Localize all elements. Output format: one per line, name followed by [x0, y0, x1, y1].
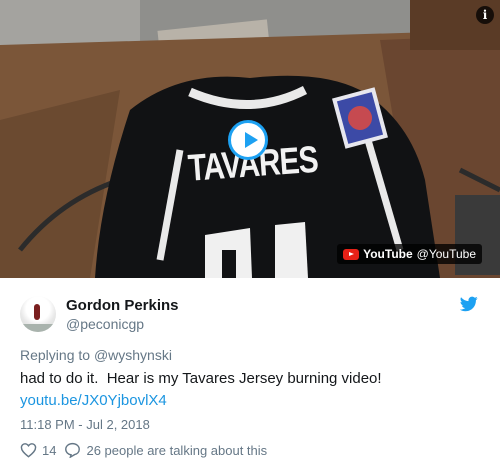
tweet-card: Gordon Perkins @peconicgp Replying to @w…	[0, 278, 500, 465]
youtube-brand-label: YouTube	[363, 247, 413, 261]
like-count[interactable]: 14	[42, 443, 56, 458]
display-name[interactable]: Gordon Perkins	[66, 297, 179, 314]
heart-icon[interactable]	[20, 442, 37, 458]
tweet-text: had to do it. Hear is my Tavares Jersey …	[20, 370, 382, 387]
replying-to-mention[interactable]: @wyshynski	[94, 347, 172, 363]
talking-about-count[interactable]: 26 people are talking about this	[86, 443, 267, 458]
avatar-ground	[20, 324, 56, 332]
video-thumbnail[interactable]: TAVARES 91 i YouTube @YouTube	[0, 0, 500, 278]
play-button[interactable]	[228, 120, 268, 160]
avatar[interactable]	[20, 296, 56, 332]
user-handle[interactable]: @peconicgp	[66, 316, 144, 332]
youtube-attribution[interactable]: YouTube @YouTube	[337, 244, 482, 264]
comment-icon[interactable]	[64, 442, 81, 458]
play-icon	[245, 132, 258, 148]
youtube-handle-label: @YouTube	[416, 247, 476, 261]
tweet-link[interactable]: youtu.be/JX0YjbovlX4	[20, 392, 167, 409]
avatar-figure	[34, 304, 40, 320]
tweet-timestamp[interactable]: 11:18 PM - Jul 2, 2018	[20, 417, 150, 432]
replying-to-prefix: Replying to	[20, 347, 91, 363]
replying-to-line: Replying to @wyshynski	[20, 347, 172, 363]
twitter-bird-icon[interactable]	[460, 296, 478, 312]
info-icon[interactable]: i	[476, 6, 494, 24]
tweet-actions: 14 26 people are talking about this	[20, 442, 267, 458]
youtube-logo-icon	[343, 248, 360, 260]
